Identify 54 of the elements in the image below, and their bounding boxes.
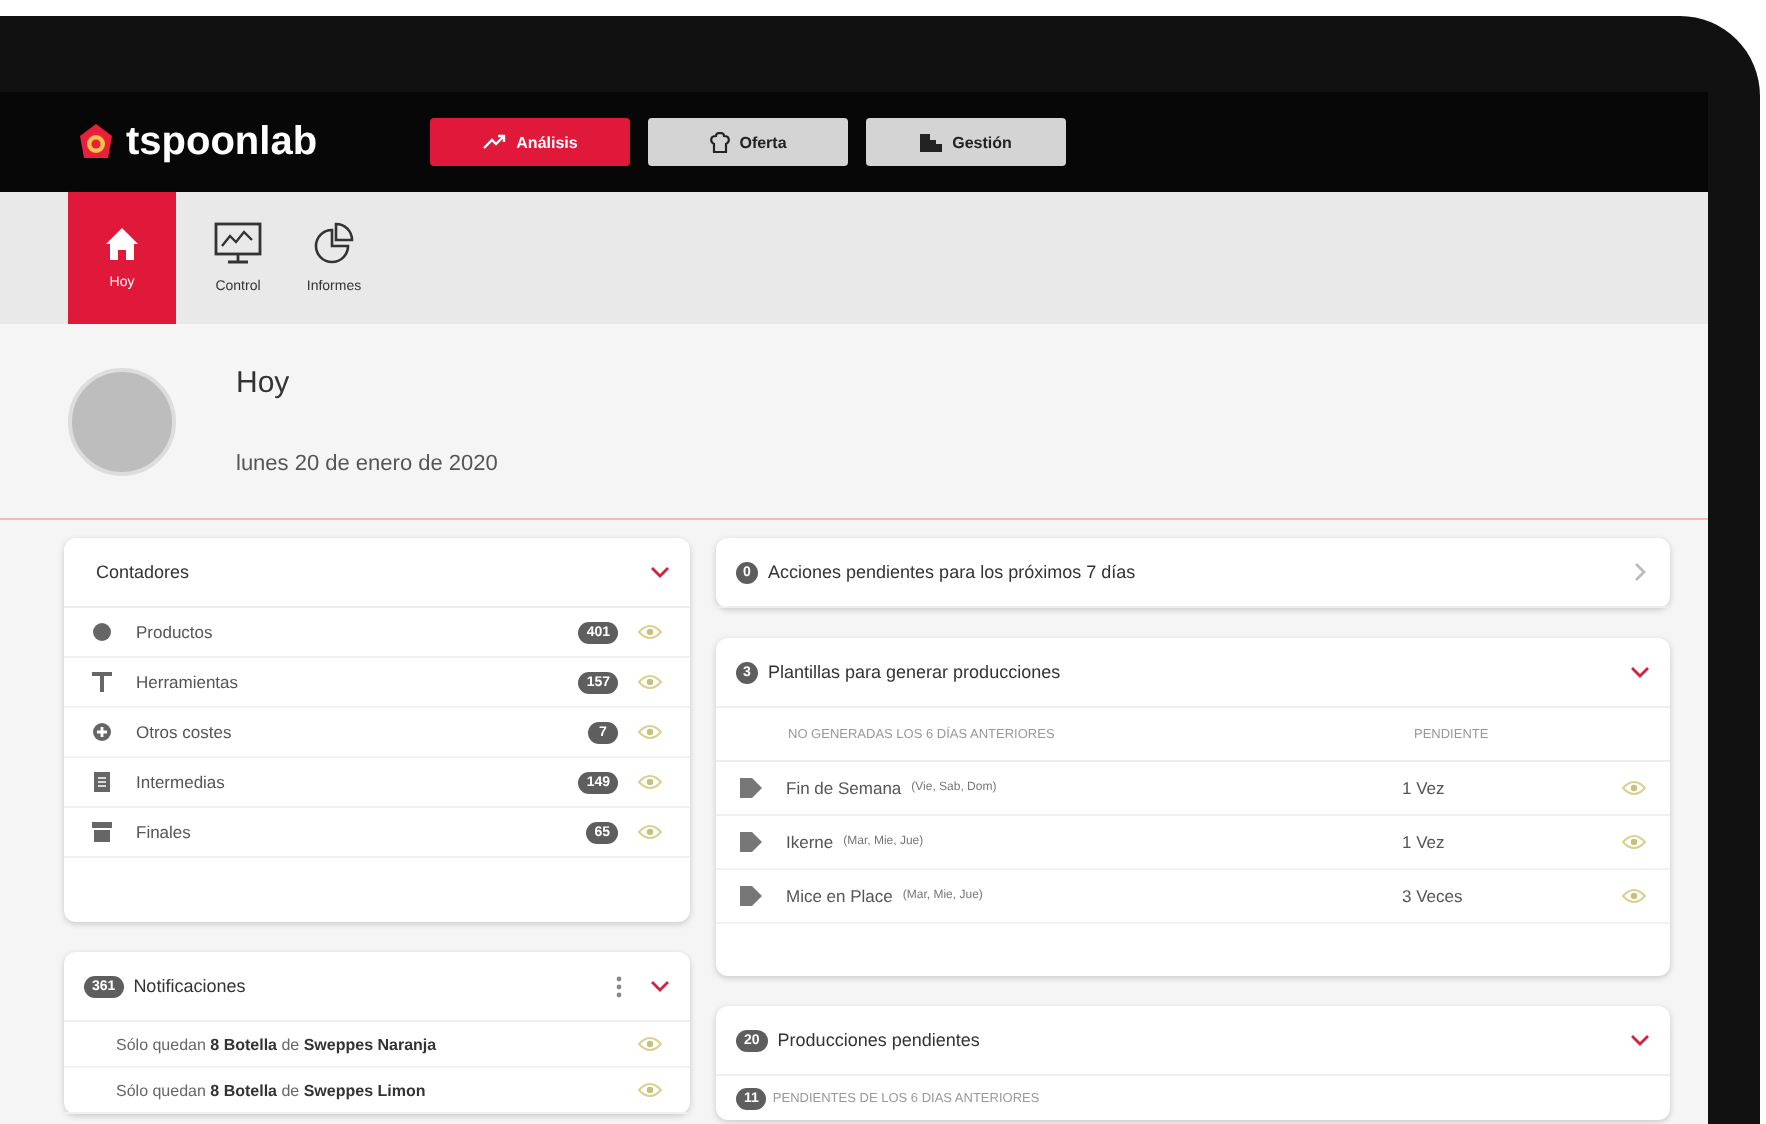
page-date: lunes 20 de enero de 2020 (236, 452, 498, 476)
tag-icon (740, 778, 762, 798)
counter-label: Intermedias (136, 772, 227, 792)
circle-icon (92, 622, 112, 642)
chevron-icon[interactable] (1630, 1030, 1650, 1050)
trend-icon (482, 134, 507, 150)
pending-count: 3 Veces (1402, 886, 1465, 906)
counter-label: Herramientas (136, 672, 241, 692)
template-name: Fin de Semana (786, 778, 902, 798)
module-tab[interactable]: Gestión (866, 118, 1066, 166)
tag-icon (740, 886, 762, 906)
chevron-icon[interactable] (650, 976, 670, 996)
monitor-chart-icon (214, 222, 262, 266)
template-name: Ikerne (786, 832, 834, 852)
plus-circle-icon (92, 722, 112, 742)
more-icon[interactable] (616, 975, 622, 997)
eye-icon[interactable] (638, 824, 662, 840)
module-tab[interactable]: Análisis (430, 118, 630, 166)
eye-icon[interactable] (638, 1036, 662, 1052)
eye-icon[interactable] (1622, 780, 1646, 796)
home-icon (104, 226, 140, 262)
box-icon (92, 822, 112, 842)
eye-icon[interactable] (1622, 888, 1646, 904)
counter-label: Productos (136, 622, 215, 642)
counter-label: Otros costes (136, 722, 234, 742)
tag-icon (740, 832, 762, 852)
buildings-icon (920, 132, 943, 152)
chevron-icon[interactable] (1630, 662, 1650, 682)
chef-hat-icon (709, 131, 730, 153)
eye-icon[interactable] (638, 1082, 662, 1098)
eye-icon[interactable] (638, 674, 662, 690)
card-title: Acciones pendientes para los próximos 7 días (766, 562, 1138, 582)
eye-icon[interactable] (638, 624, 662, 640)
pending-count: 1 Vez (1402, 778, 1447, 798)
pie-chart-icon (312, 222, 356, 266)
template-name: Mice en Place (786, 886, 893, 906)
counter-label: Finales (136, 822, 193, 842)
eye-icon[interactable] (638, 774, 662, 790)
card-title: Plantillas para generar producciones (766, 662, 1063, 682)
chevron-icon[interactable] (650, 562, 670, 582)
notification-text: Sólo quedan 8 Botella de Sweppes Limon (116, 1081, 428, 1099)
notification-text: Sólo quedan 8 Botella de Sweppes Naranja (116, 1035, 439, 1053)
module-tab[interactable]: Oferta (648, 118, 848, 166)
eye-icon[interactable] (638, 724, 662, 740)
card-title: Notificaciones (131, 976, 248, 996)
card-title: Contadores (94, 562, 192, 582)
logo-icon (76, 122, 116, 162)
logo-text: tspoonlab (126, 119, 318, 165)
card-title: Producciones pendientes (775, 1030, 982, 1050)
pending-count: 1 Vez (1402, 832, 1447, 852)
logo-placeholder (68, 367, 176, 475)
eye-icon[interactable] (1622, 834, 1646, 850)
document-icon (92, 772, 112, 792)
page-title: Hoy (236, 366, 292, 400)
